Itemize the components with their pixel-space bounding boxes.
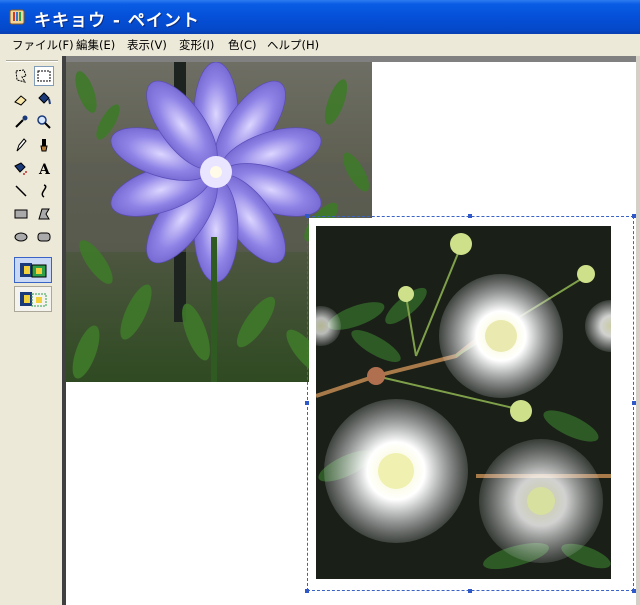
menu-file[interactable]: ファイル(F) xyxy=(12,37,74,53)
tool-line[interactable] xyxy=(11,181,31,201)
title-bar[interactable]: キキョウ - ペイント xyxy=(0,0,640,34)
window-title: キキョウ - ペイント xyxy=(34,11,200,31)
airbrush-icon xyxy=(14,162,27,175)
brush-icon xyxy=(40,139,48,152)
menu-help[interactable]: ヘルプ(H) xyxy=(267,37,319,53)
curve-icon xyxy=(41,184,47,198)
svg-text:A: A xyxy=(38,162,51,176)
eyedropper-icon xyxy=(15,115,28,128)
toolbox-divider xyxy=(6,60,58,62)
tool-ellipse[interactable] xyxy=(11,227,31,247)
tool-rounded-rect[interactable] xyxy=(34,227,54,247)
silk-tree-flower-image xyxy=(316,226,611,579)
menu-image[interactable]: 変形(I) xyxy=(179,37,214,53)
tool-pencil[interactable] xyxy=(11,135,31,155)
transparency-transparent-option[interactable] xyxy=(14,286,52,312)
tool-free-select[interactable] xyxy=(11,66,31,86)
selection-handle-top-left[interactable] xyxy=(305,214,309,218)
fill-bucket-icon xyxy=(38,92,51,105)
menu-view[interactable]: 表示(V) xyxy=(127,37,167,53)
ellipse-icon xyxy=(14,232,28,242)
menu-colors[interactable]: 色(C) xyxy=(228,37,257,53)
tool-rectangle[interactable] xyxy=(11,204,31,224)
rounded-rect-icon xyxy=(37,232,51,242)
tool-fill[interactable] xyxy=(34,89,54,109)
rect-select-icon xyxy=(37,70,51,82)
selection-handle-bottom-left[interactable] xyxy=(305,589,309,593)
tool-magnifier[interactable] xyxy=(34,112,54,132)
drawing-canvas[interactable] xyxy=(66,62,640,605)
tool-rect-select[interactable] xyxy=(34,66,54,86)
polygon-icon xyxy=(38,208,50,220)
toolbox: A xyxy=(0,56,62,605)
selection-handle-top-center[interactable] xyxy=(468,214,472,218)
pencil-icon xyxy=(16,138,27,152)
magnifier-icon xyxy=(37,115,51,129)
tool-eraser[interactable] xyxy=(11,89,31,109)
transparency-opaque-option[interactable] xyxy=(14,257,52,283)
selection-handle-middle-left[interactable] xyxy=(305,401,309,405)
window-right-border xyxy=(636,56,640,605)
selection-handle-bottom-center[interactable] xyxy=(468,589,472,593)
tool-brush[interactable] xyxy=(34,135,54,155)
menu-edit[interactable]: 編集(E) xyxy=(76,37,115,53)
tool-text[interactable]: A xyxy=(34,158,54,178)
rectangle-icon xyxy=(14,209,28,219)
transparent-selection-icon xyxy=(20,292,47,307)
menu-bar: ファイル(F) 編集(E) 表示(V) 変形(I) 色(C) ヘルプ(H) xyxy=(0,34,640,57)
tool-polygon[interactable] xyxy=(34,204,54,224)
tool-airbrush[interactable] xyxy=(11,158,31,178)
eraser-icon xyxy=(14,95,27,106)
tool-curve[interactable] xyxy=(34,181,54,201)
free-select-icon xyxy=(15,69,27,83)
opaque-selection-icon xyxy=(20,263,47,278)
text-icon: A xyxy=(38,162,51,176)
tool-color-picker[interactable] xyxy=(11,112,31,132)
paint-app-icon xyxy=(9,9,25,25)
line-icon xyxy=(15,185,27,197)
